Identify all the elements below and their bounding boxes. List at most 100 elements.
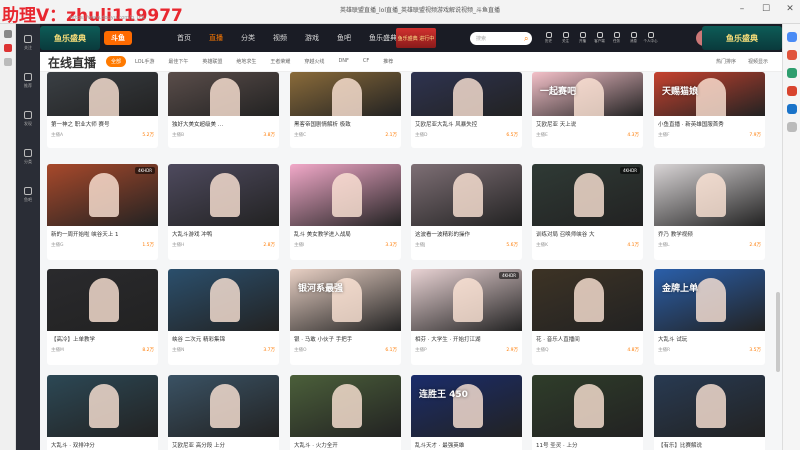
stream-title[interactable]: 大乱斗 试玩 [654, 331, 765, 343]
stream-card[interactable]: 峡谷 二次元 精彩集锦 主播N 3.7万 [168, 269, 279, 365]
stream-card[interactable]: 黑客帝国剧情解析 极致 主播C 2.1万 [290, 72, 401, 148]
header-icon-button[interactable]: 任务 [608, 27, 625, 49]
stream-card[interactable]: 大乱斗 · 双排冲分主播S1.9万 [47, 375, 158, 450]
scrollbar[interactable] [776, 292, 780, 372]
filter-chip[interactable]: 推荐 [378, 56, 398, 67]
stream-title[interactable]: 这波看一波精彩的操作 [411, 226, 522, 238]
stream-thumbnail[interactable] [532, 375, 643, 437]
url-text[interactable]: https://www.douyu.com/g_LOL [70, 15, 146, 21]
stream-thumbnail[interactable]: 银河系最强 [290, 269, 401, 331]
add-icon[interactable] [3, 58, 12, 66]
site-nav-item[interactable]: 发现 [16, 100, 40, 138]
stream-thumbnail[interactable] [290, 164, 401, 226]
minimize-icon[interactable]: – [736, 4, 748, 14]
stream-thumbnail[interactable] [47, 269, 158, 331]
header-nav-item[interactable]: 鱼吧 [328, 24, 360, 52]
stream-card[interactable]: 第一神之 职业大师 赛号 主播A 5.2万 [47, 72, 158, 148]
outlook-icon[interactable] [786, 104, 797, 114]
header-nav-item[interactable]: 直播 [200, 24, 232, 52]
search-input[interactable]: 搜索 [470, 32, 532, 45]
stream-title[interactable]: 独好大美女超级美 … [168, 116, 279, 128]
stream-thumbnail[interactable]: 4KHDR [532, 164, 643, 226]
streamer-name[interactable]: 主播Q [536, 347, 549, 353]
stream-card[interactable]: 4KHDR 训练对局 召唤师峡谷 大主播K 4.1万 [532, 164, 643, 260]
stream-title[interactable]: 训练对局 召唤师峡谷 大 [532, 226, 643, 238]
filter-chip[interactable]: 最佳下午 [163, 56, 193, 67]
stream-card[interactable]: 艾欧尼亚大乱斗 风暴失控 主播D 6.5万 [411, 72, 522, 148]
stream-thumbnail[interactable] [532, 269, 643, 331]
streamer-name[interactable]: 主播O [294, 347, 307, 353]
stream-thumbnail[interactable] [168, 269, 279, 331]
stream-card[interactable]: 独好大美女超级美 … 主播B 3.8万 [168, 72, 279, 148]
streamer-name[interactable]: 主播R [658, 347, 670, 353]
stream-card[interactable]: 乱斗 美女教学进入战局 主播I 3.3万 [290, 164, 401, 260]
event-banner-right[interactable]: 鱼乐盛典 [702, 26, 782, 50]
tab-icon[interactable] [3, 30, 12, 38]
maximize-icon[interactable]: ☐ [760, 4, 772, 14]
stream-title[interactable]: 相芬 · 大学生 · 开始打江湖 [411, 331, 522, 343]
stream-thumbnail[interactable]: 4KHDR [47, 164, 158, 226]
header-nav-item[interactable]: 首页 [168, 24, 200, 52]
header-icon-button[interactable]: 客户端 [591, 27, 608, 49]
stream-title[interactable]: 【高冷】上单教学 [47, 331, 158, 343]
stream-thumbnail[interactable] [411, 72, 522, 116]
stream-card[interactable]: 银河系最强银 · 马敢 小伙子 手把手 主播O 6.1万 [290, 269, 401, 365]
search-icon[interactable]: ⌕ [524, 34, 528, 44]
stream-card[interactable]: 乔乃 教学视频 主播L 2.4万 [654, 164, 765, 260]
streamer-name[interactable]: 主播E [536, 132, 548, 138]
stream-title[interactable]: 第一神之 职业大师 赛号 [47, 116, 158, 128]
stream-title[interactable]: 大乱斗 · 双排冲分 [47, 437, 158, 449]
streamer-name[interactable]: 主播H [172, 242, 184, 248]
stream-card[interactable]: 【高冷】上单教学 主播M 8.2万 [47, 269, 158, 365]
site-nav-item[interactable]: 分类 [16, 138, 40, 176]
stream-title[interactable]: 艾欧尼亚大乱斗 风暴失控 [411, 116, 522, 128]
stream-thumbnail[interactable] [654, 375, 765, 437]
header-icon-button[interactable]: 历史 [540, 27, 557, 49]
header-promo[interactable]: 鱼乐盛典 进行中 [396, 28, 436, 48]
filter-chip[interactable]: DNF [333, 56, 353, 67]
streamer-name[interactable]: 主播P [415, 347, 427, 353]
sort-option[interactable]: 热门排序 [716, 58, 736, 65]
stream-title[interactable]: 乔乃 教学视频 [654, 226, 765, 238]
stream-card[interactable]: 连胜王 450乱斗天才 · 最强英雄主播V9.1万 [411, 375, 522, 450]
tab-icon[interactable] [3, 44, 12, 52]
stream-thumbnail[interactable] [47, 375, 158, 437]
streamer-name[interactable]: 主播F [658, 132, 670, 138]
stream-title[interactable]: 艾欧尼亚 高分段 上分 [168, 437, 279, 449]
tools-icon[interactable] [786, 68, 797, 78]
streamer-name[interactable]: 主播G [51, 242, 64, 248]
stream-title[interactable]: 【有乐】比赛解说 [654, 437, 765, 449]
streamer-name[interactable]: 主播C [294, 132, 306, 138]
streamer-name[interactable]: 主播I [294, 242, 304, 248]
stream-card[interactable]: 大乱斗游戏 冲鸭 主播H 2.8万 [168, 164, 279, 260]
filter-chip[interactable]: 穿越火线 [299, 56, 329, 67]
stream-title[interactable]: 乱斗 美女教学进入战局 [290, 226, 401, 238]
filter-chip[interactable]: 英雄联盟 [197, 56, 227, 67]
site-nav-item[interactable]: 关注 [16, 24, 40, 62]
stream-title[interactable]: 新的一周开始啦 峡谷天上 1 [47, 226, 158, 238]
stream-card[interactable]: 金牌上单 大乱斗 试玩 主播R 3.5万 [654, 269, 765, 365]
header-icon-button[interactable]: 关注 [557, 27, 574, 49]
close-icon[interactable]: ✕ [784, 4, 796, 14]
tab-title[interactable]: 英雄联盟直播_lol直播_英雄联盟视频游戏解说视频_斗鱼直播 [340, 5, 500, 14]
stream-card[interactable]: 11号 圣灵 · 上分主播W3.1万 [532, 375, 643, 450]
filter-chip[interactable]: 全部 [106, 56, 127, 67]
stream-thumbnail[interactable] [168, 164, 279, 226]
stream-thumbnail[interactable] [654, 164, 765, 226]
stream-thumbnail[interactable] [290, 72, 401, 116]
office-icon[interactable] [786, 86, 797, 96]
stream-thumbnail[interactable]: 一起赛吧 [532, 72, 643, 116]
stream-thumbnail[interactable] [168, 72, 279, 116]
filter-chip[interactable]: CF [358, 56, 374, 67]
streamer-name[interactable]: 主播M [51, 347, 64, 353]
stream-title[interactable]: 艾欧尼亚 天上说 [532, 116, 643, 128]
header-nav-item[interactable]: 视频 [264, 24, 296, 52]
stream-card[interactable]: 4KHDR 新的一周开始啦 峡谷天上 1 主播G 1.5万 [47, 164, 158, 260]
event-banner-left[interactable]: 鱼乐盛典 [40, 26, 100, 50]
stream-title[interactable]: 11号 圣灵 · 上分 [532, 437, 643, 449]
stream-thumbnail[interactable]: 天赐猫娘 [654, 72, 765, 116]
stream-title[interactable]: 峡谷 二次元 精彩集锦 [168, 331, 279, 343]
streamer-name[interactable]: 主播J [415, 242, 425, 248]
stream-card[interactable]: 这波看一波精彩的操作 主播J 5.6万 [411, 164, 522, 260]
streamer-name[interactable]: 主播A [51, 132, 63, 138]
